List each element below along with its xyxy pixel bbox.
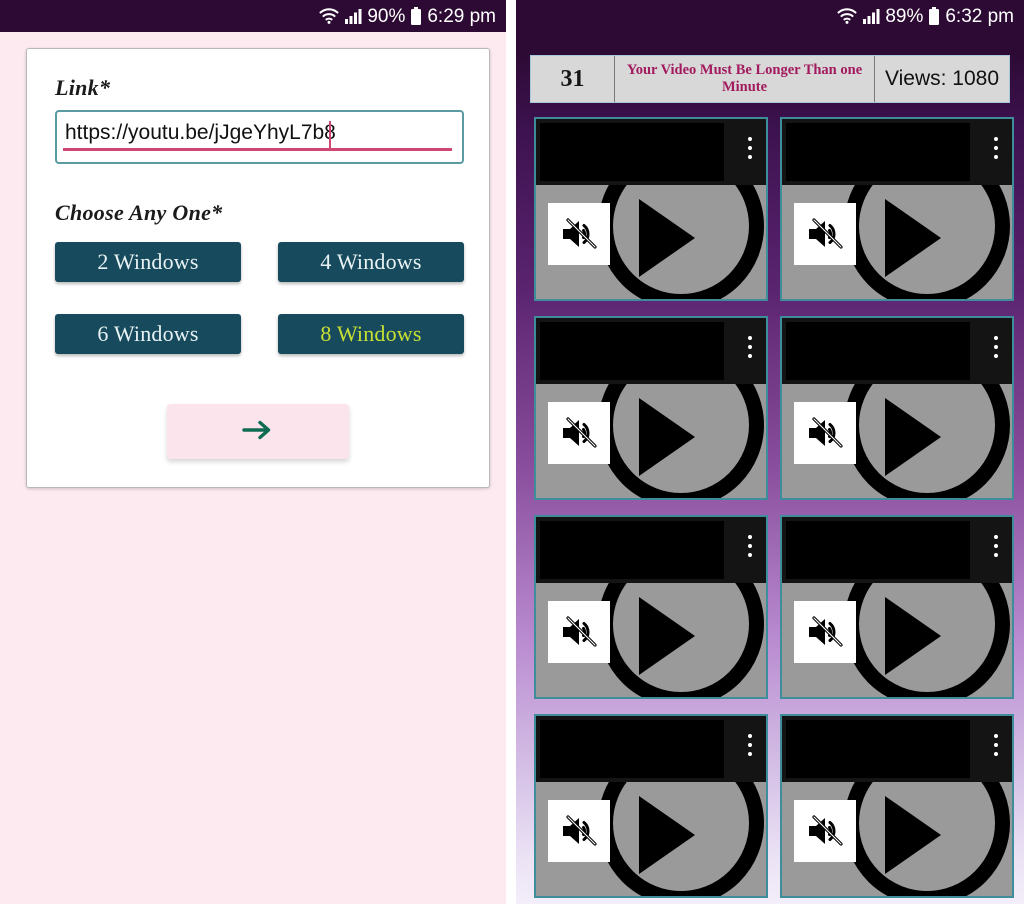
right-phone-panel: 89% 6:32 pm 31 Your Video Must Be Longer…	[516, 0, 1024, 904]
screenshot-root: 90% 6:29 pm Link* Choose Any One* 2 Wind…	[0, 0, 1024, 904]
play-triangle-icon[interactable]	[639, 199, 695, 277]
wifi-icon	[836, 7, 858, 25]
video-player-body[interactable]	[782, 384, 1012, 498]
panel-divider	[506, 0, 516, 904]
video-title-text	[540, 521, 724, 579]
play-triangle-icon[interactable]	[639, 597, 695, 675]
choose-any-one-label: Choose Any One*	[55, 200, 223, 225]
status-time-label: 6:32 pm	[945, 5, 1014, 27]
views-counter: Views: 1080	[884, 67, 1000, 90]
mute-icon[interactable]	[794, 800, 856, 862]
video-player-body[interactable]	[782, 583, 1012, 697]
video-title-text	[786, 720, 970, 778]
video-title-text	[540, 322, 724, 380]
cellular-signal-icon	[345, 8, 362, 24]
video-player-body[interactable]	[536, 185, 766, 299]
video-title-bar	[782, 517, 1012, 583]
video-tile-8[interactable]	[780, 714, 1014, 898]
kebab-menu-icon[interactable]	[748, 535, 752, 557]
play-triangle-icon[interactable]	[885, 398, 941, 476]
video-tile-4[interactable]	[780, 316, 1014, 500]
kebab-menu-icon[interactable]	[994, 137, 998, 159]
mute-icon[interactable]	[794, 402, 856, 464]
window-option-6[interactable]: 6 Windows	[55, 314, 241, 354]
play-triangle-icon[interactable]	[885, 796, 941, 874]
mute-icon[interactable]	[794, 601, 856, 663]
submit-button[interactable]	[167, 404, 349, 459]
window-option-8[interactable]: 8 Windows	[278, 314, 464, 354]
wifi-icon	[318, 7, 340, 25]
video-title-text	[540, 123, 724, 181]
video-tile-6[interactable]	[780, 515, 1014, 699]
kebab-menu-icon[interactable]	[994, 734, 998, 756]
status-time-label: 6:29 pm	[427, 5, 496, 27]
kebab-menu-icon[interactable]	[994, 336, 998, 358]
play-triangle-icon[interactable]	[885, 597, 941, 675]
left-phone-panel: 90% 6:29 pm Link* Choose Any One* 2 Wind…	[0, 0, 506, 904]
video-length-warning: Your Video Must Be Longer Than one Minut…	[615, 56, 875, 102]
video-status-header: 31 Your Video Must Be Longer Than one Mi…	[530, 55, 1010, 103]
mute-icon[interactable]	[548, 203, 610, 265]
kebab-menu-icon[interactable]	[748, 137, 752, 159]
window-count-options: 2 Windows 4 Windows 6 Windows 8 Windows	[55, 242, 464, 354]
video-player-body[interactable]	[782, 782, 1012, 896]
kebab-menu-icon[interactable]	[748, 734, 752, 756]
video-title-bar	[782, 716, 1012, 782]
video-tile-1[interactable]	[534, 117, 768, 301]
video-count-value: 31	[531, 56, 615, 102]
battery-icon	[410, 6, 422, 26]
kebab-menu-icon[interactable]	[748, 336, 752, 358]
link-input-underline	[63, 148, 452, 151]
cellular-signal-icon	[863, 8, 880, 24]
video-player-body[interactable]	[536, 384, 766, 498]
video-title-text	[786, 322, 970, 380]
mute-icon[interactable]	[548, 601, 610, 663]
mute-icon[interactable]	[548, 800, 610, 862]
left-status-bar: 90% 6:29 pm	[0, 0, 506, 32]
kebab-menu-icon[interactable]	[994, 535, 998, 557]
battery-percent-label: 90%	[367, 5, 406, 27]
text-cursor	[329, 121, 331, 151]
video-title-text	[786, 521, 970, 579]
video-tile-3[interactable]	[534, 316, 768, 500]
video-player-body[interactable]	[536, 583, 766, 697]
link-form-card: Link* Choose Any One* 2 Windows 4 Window…	[26, 48, 490, 488]
right-status-bar: 89% 6:32 pm	[516, 0, 1024, 32]
link-field-label: Link*	[55, 75, 111, 100]
video-tile-7[interactable]	[534, 714, 768, 898]
video-title-bar	[536, 517, 766, 583]
window-option-4[interactable]: 4 Windows	[278, 242, 464, 282]
video-title-bar	[536, 318, 766, 384]
arrow-right-icon	[241, 418, 275, 445]
video-title-text	[540, 720, 724, 778]
mute-icon[interactable]	[794, 203, 856, 265]
video-title-bar	[782, 119, 1012, 185]
link-input-wrapper[interactable]	[55, 110, 464, 164]
mute-icon[interactable]	[548, 402, 610, 464]
video-title-bar	[536, 119, 766, 185]
video-tile-2[interactable]	[780, 117, 1014, 301]
video-tile-grid	[534, 117, 1024, 898]
video-title-text	[786, 123, 970, 181]
video-player-body[interactable]	[782, 185, 1012, 299]
video-tile-5[interactable]	[534, 515, 768, 699]
play-triangle-icon[interactable]	[639, 398, 695, 476]
play-triangle-icon[interactable]	[639, 796, 695, 874]
video-title-bar	[782, 318, 1012, 384]
video-player-body[interactable]	[536, 782, 766, 896]
play-triangle-icon[interactable]	[885, 199, 941, 277]
battery-percent-label: 89%	[885, 5, 924, 27]
window-option-2[interactable]: 2 Windows	[55, 242, 241, 282]
video-title-bar	[536, 716, 766, 782]
battery-icon	[928, 6, 940, 26]
